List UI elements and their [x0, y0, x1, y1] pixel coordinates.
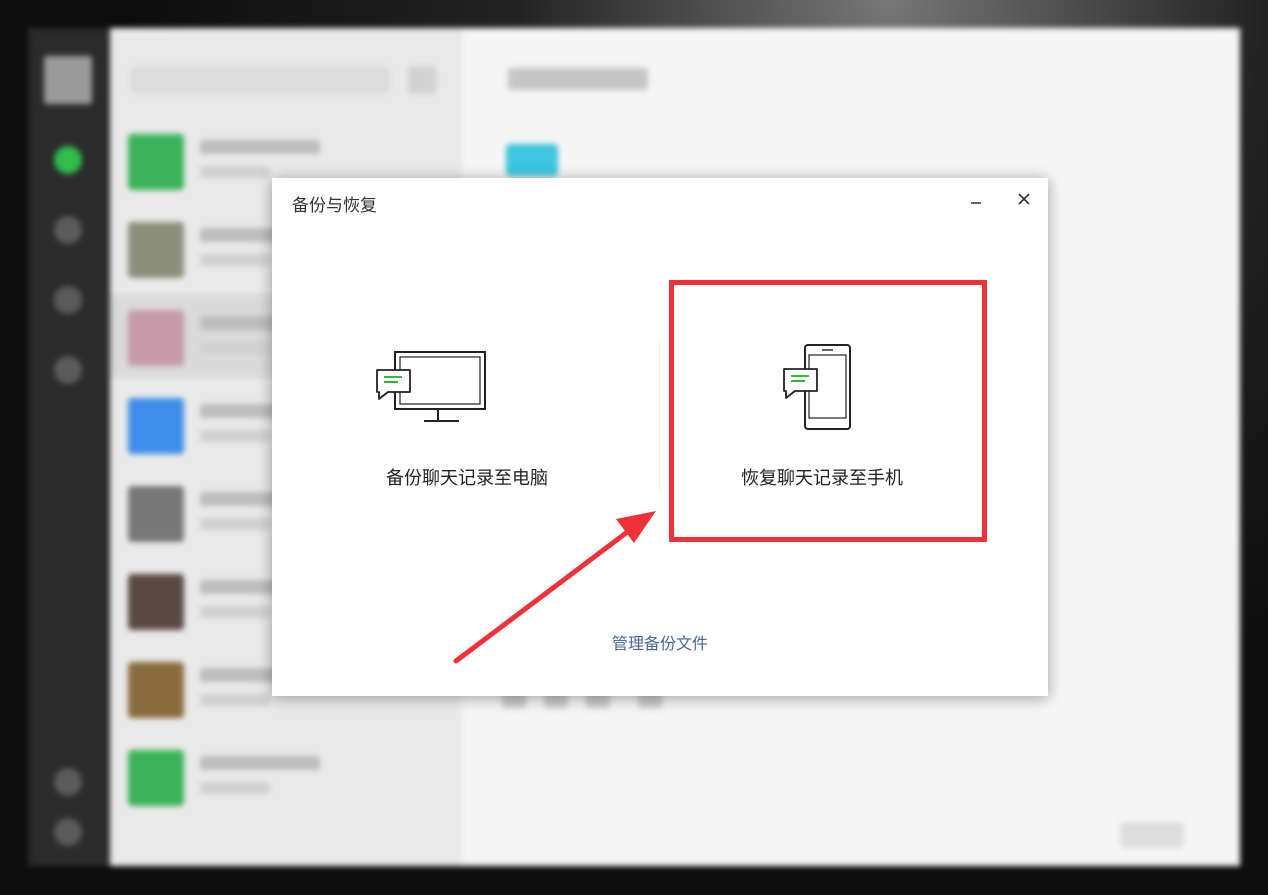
annotation-arrow-icon — [453, 511, 656, 664]
